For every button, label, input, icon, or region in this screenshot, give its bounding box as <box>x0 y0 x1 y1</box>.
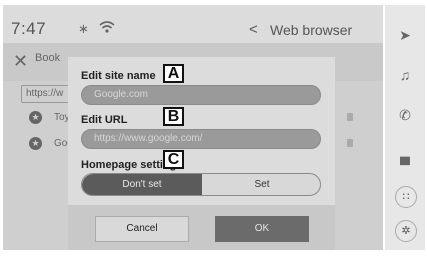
callout-b: B <box>163 107 184 126</box>
bluetooth-icon: ∗ <box>78 21 89 36</box>
trash-icon[interactable] <box>347 139 353 147</box>
site-name-field[interactable]: Google.com <box>81 85 321 105</box>
homepage-setting-toggle: Don't set Set <box>81 173 321 196</box>
infotainment-screen: 7:47 ∗ < Web browser ✕ Book https://w ★ … <box>3 5 383 250</box>
navigation-arrow-icon[interactable]: ➤ <box>385 27 425 44</box>
page-title: Web browser <box>270 22 353 38</box>
site-name-label: Edit site name <box>81 70 156 82</box>
url-label: Edit URL <box>81 114 128 126</box>
wifi-icon <box>99 21 115 33</box>
callout-a: A <box>163 64 184 83</box>
back-chevron-icon[interactable]: < <box>249 21 258 38</box>
ok-button[interactable]: OK <box>215 216 309 242</box>
side-menu: ➤ ♫ ✆ ▄ ∷ ✲ <box>385 5 425 250</box>
trash-icon[interactable] <box>347 113 353 121</box>
car-icon[interactable]: ▄ <box>385 148 425 164</box>
edit-bookmark-dialog: Edit site name Google.com Edit URL https… <box>68 57 335 250</box>
url-field[interactable]: https://www.google.com/ <box>81 129 321 149</box>
figure-frame: 7:47 ∗ < Web browser ✕ Book https://w ★ … <box>0 0 427 259</box>
status-bar: 7:47 ∗ < Web browser <box>3 5 383 43</box>
clock: 7:47 <box>11 19 47 38</box>
apps-icon[interactable]: ∷ <box>395 186 417 208</box>
url-bar[interactable]: https://w <box>21 85 72 103</box>
set-option[interactable]: Set <box>202 174 320 195</box>
callout-c: C <box>163 150 184 169</box>
settings-gear-icon[interactable]: ✲ <box>395 220 417 242</box>
cancel-button[interactable]: Cancel <box>95 216 189 242</box>
close-icon[interactable]: ✕ <box>13 51 28 72</box>
star-icon: ★ <box>29 137 42 150</box>
dont-set-option[interactable]: Don't set <box>82 174 202 195</box>
bookmarks-tab[interactable]: Book <box>35 52 60 64</box>
music-note-icon[interactable]: ♫ <box>385 67 425 83</box>
star-icon: ★ <box>29 111 42 124</box>
phone-icon[interactable]: ✆ <box>385 107 425 124</box>
